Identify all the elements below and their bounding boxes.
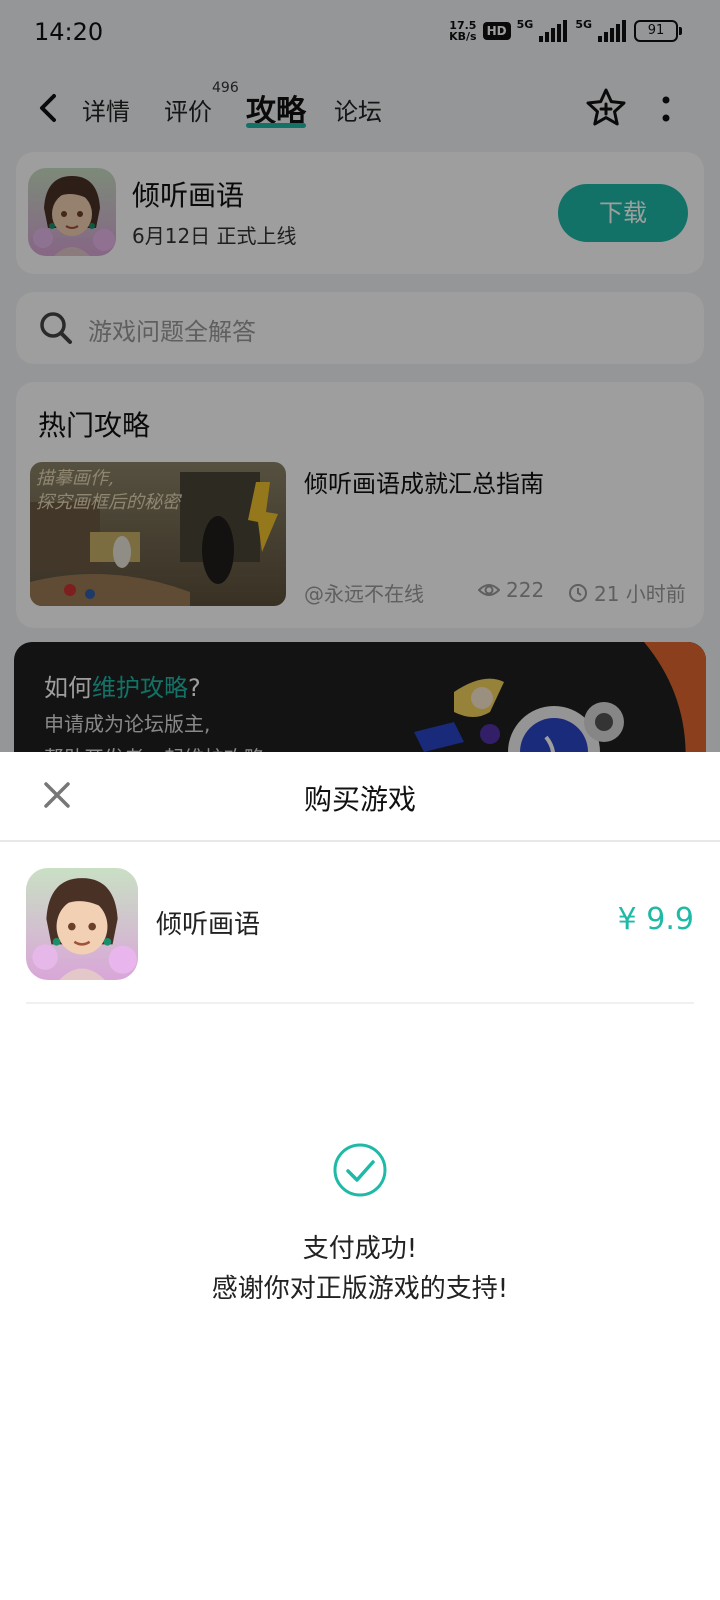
payment-success-message: 支付成功!: [302, 1234, 418, 1264]
game-detail-page: 14:20 17.5 KB/s HD 5G 5G 91 详情 评价 496 攻略…: [0, 0, 720, 752]
purchase-game-icon: [26, 868, 138, 980]
sheet-title: 购买游戏: [303, 783, 416, 816]
divider: [0, 840, 720, 842]
purchase-price: ¥ 9.9: [617, 902, 694, 937]
check-circle-icon: [333, 1143, 387, 1197]
purchase-sheet: 购买游戏 倾听画语 ¥ 9.9 支付成功! 感谢你对正版游戏的支持!: [0, 752, 720, 1600]
thank-you-message: 感谢你对正版游戏的支持!: [211, 1274, 509, 1304]
purchase-game-name: 倾听画语: [156, 910, 261, 940]
divider: [26, 1002, 694, 1004]
modal-overlay[interactable]: [0, 0, 720, 752]
